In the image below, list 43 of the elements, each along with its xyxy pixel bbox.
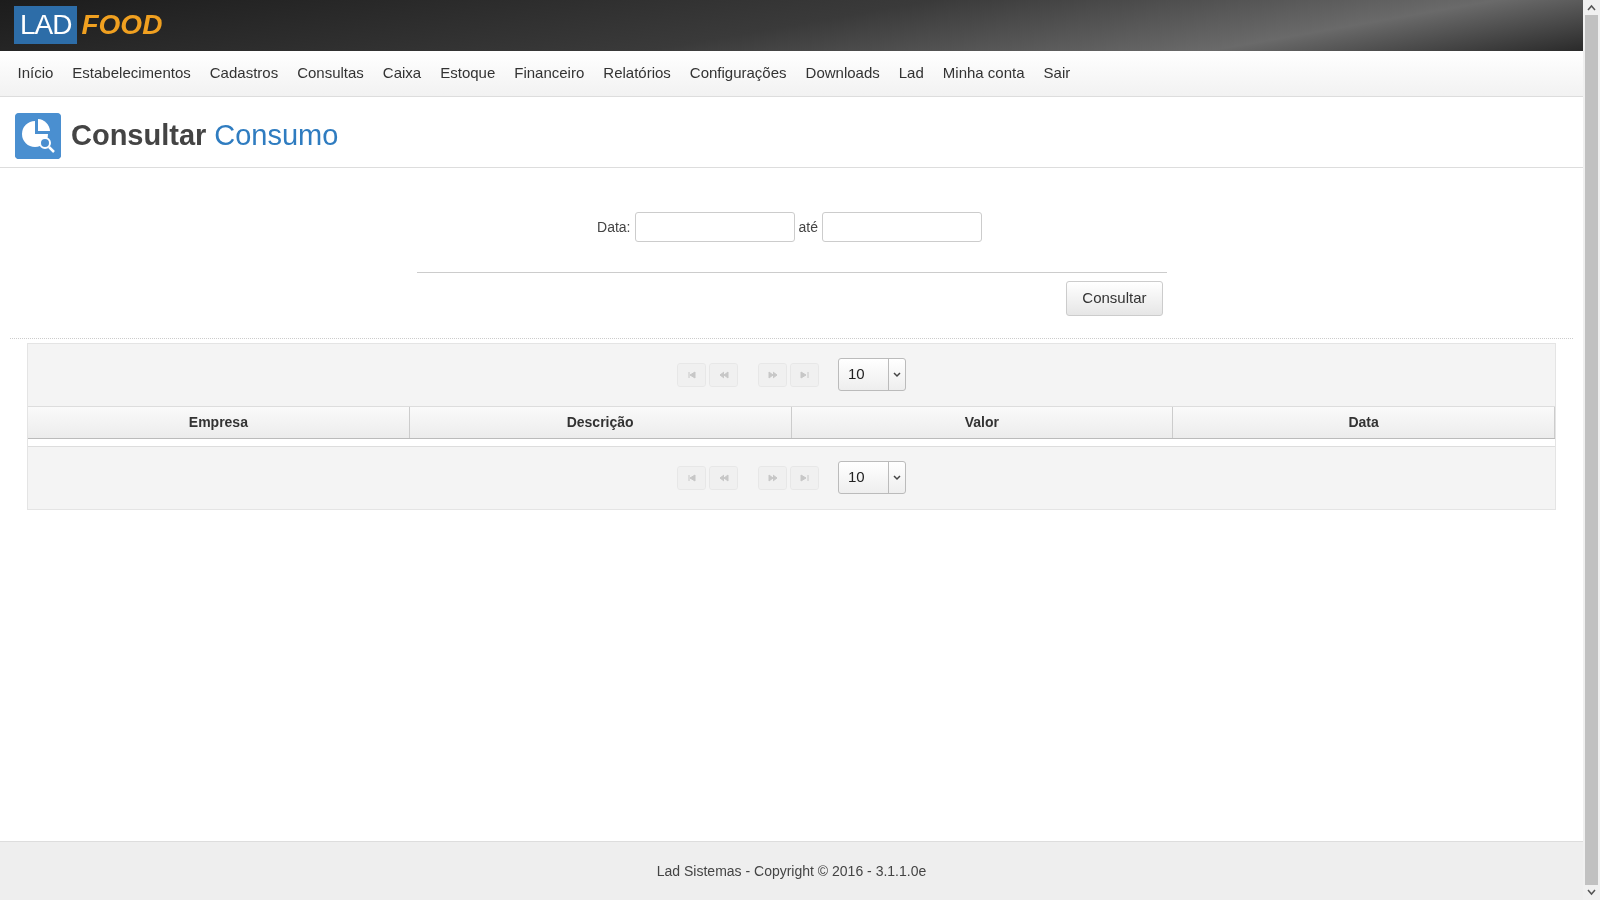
menu-link[interactable]: Cadastros bbox=[200, 62, 288, 85]
start-date-field[interactable] bbox=[634, 212, 795, 242]
menu-link[interactable]: Financeiro bbox=[504, 62, 594, 85]
logo-lad: LAD bbox=[14, 6, 78, 44]
column-header[interactable]: Data bbox=[1173, 406, 1555, 438]
end-date-field[interactable] bbox=[821, 212, 982, 242]
menu-link[interactable]: Relatórios bbox=[593, 62, 681, 85]
caret-icon bbox=[893, 371, 901, 378]
column-header[interactable]: Descrição bbox=[409, 406, 792, 438]
first-page-icon bbox=[685, 472, 698, 483]
menu-link[interactable]: Estoque bbox=[430, 62, 505, 85]
search-button[interactable]: Consultar bbox=[1066, 281, 1163, 316]
menu-link[interactable]: Sair bbox=[1034, 62, 1080, 85]
page-subtitle: Consumo bbox=[214, 119, 339, 152]
page-size-select[interactable]: 10 bbox=[838, 461, 906, 494]
menu-link[interactable]: Configurações bbox=[680, 62, 797, 85]
next-page-icon bbox=[766, 472, 779, 483]
menu-link[interactable]: Início bbox=[8, 62, 63, 85]
scrollbar[interactable] bbox=[1583, 0, 1600, 900]
menu-link[interactable]: Minha conta bbox=[933, 62, 1035, 85]
menu-link[interactable]: Consultas bbox=[287, 62, 374, 85]
menu-link[interactable]: Lad bbox=[889, 62, 934, 85]
date-label: Data: bbox=[597, 217, 631, 237]
first-page-icon bbox=[685, 369, 698, 380]
until-label: até bbox=[798, 217, 818, 237]
menu-link[interactable]: Estabelecimentos bbox=[62, 62, 201, 85]
menu-link[interactable]: Downloads bbox=[796, 62, 890, 85]
page-title: Consultar bbox=[71, 119, 207, 152]
previous-page-icon bbox=[717, 369, 730, 380]
column-header[interactable]: Valor bbox=[791, 406, 1174, 438]
chart-search-icon bbox=[15, 113, 61, 159]
page-size-select[interactable]: 10 bbox=[838, 358, 906, 391]
scroll-up-icon[interactable] bbox=[1587, 4, 1596, 13]
logo-food: FOOD bbox=[81, 8, 163, 42]
last-page-icon bbox=[798, 369, 811, 380]
caret-icon bbox=[893, 474, 901, 481]
next-page-icon bbox=[766, 369, 779, 380]
menu-link[interactable]: Caixa bbox=[373, 62, 431, 85]
scroll-down-icon[interactable] bbox=[1587, 887, 1596, 896]
last-page-icon bbox=[798, 472, 811, 483]
column-header[interactable]: Empresa bbox=[28, 406, 410, 438]
previous-page-icon bbox=[717, 472, 730, 483]
footer-text: Lad Sistemas - Copyright © 2016 - 3.1.1.0e bbox=[656, 861, 927, 881]
